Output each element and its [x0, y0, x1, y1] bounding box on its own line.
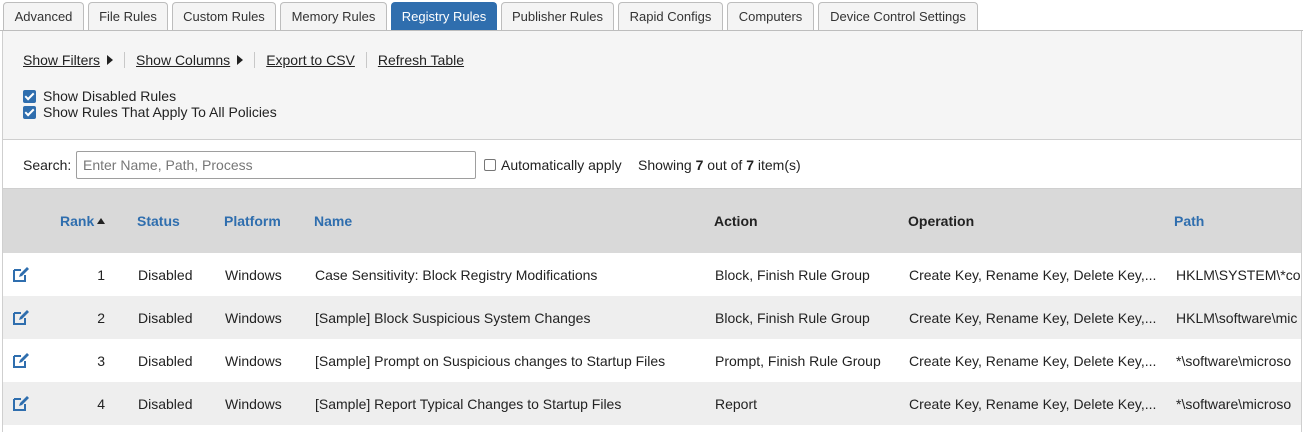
platform-cell: Windows: [225, 310, 282, 326]
platform-cell: Windows: [225, 396, 282, 412]
result-count-suffix: item(s): [757, 157, 801, 173]
divider: [254, 52, 256, 68]
tab-advanced[interactable]: Advanced: [3, 2, 84, 30]
show-all-policies-checkbox[interactable]: [23, 105, 36, 119]
toolbar-links: Show Filters Show Columns Export to CSV …: [23, 51, 464, 69]
status-cell: Disabled: [138, 353, 193, 369]
table-row[interactable]: 1 Disabled Windows Case Sensitivity: Blo…: [3, 253, 1301, 296]
operation-cell: Create Key, Rename Key, Delete Key,...: [909, 353, 1157, 369]
rank-header-label[interactable]: Rank: [60, 213, 94, 229]
table-toolbar: Show Filters Show Columns Export to CSV …: [3, 31, 1301, 140]
action-cell: Prompt, Finish Rule Group: [715, 353, 881, 369]
tab-registry-rules[interactable]: Registry Rules: [391, 2, 497, 30]
status-cell: Disabled: [138, 310, 193, 326]
column-header-status[interactable]: Status: [137, 213, 180, 229]
operation-cell: Create Key, Rename Key, Delete Key,...: [909, 396, 1157, 412]
divider: [365, 52, 367, 68]
name-cell: [Sample] Report Typical Changes to Start…: [315, 396, 622, 412]
divider: [124, 52, 126, 68]
column-header-rank[interactable]: Rank: [60, 213, 106, 229]
caret-right-icon[interactable]: [237, 55, 244, 65]
show-filters-link[interactable]: Show Filters: [23, 52, 100, 68]
column-header-platform[interactable]: Platform: [224, 213, 281, 229]
tab-memory-rules[interactable]: Memory Rules: [280, 2, 387, 30]
name-cell: [Sample] Prompt on Suspicious changes to…: [315, 353, 666, 369]
operation-cell: Create Key, Rename Key, Delete Key,...: [909, 310, 1157, 326]
result-count: Showing 7 out of 7 item(s): [638, 157, 801, 173]
search-label: Search:: [23, 157, 72, 173]
show-columns-link[interactable]: Show Columns: [136, 52, 230, 68]
name-cell: [Sample] Block Suspicious System Changes: [315, 310, 591, 326]
column-header-name[interactable]: Name: [314, 213, 352, 229]
show-disabled-rules-checkbox[interactable]: [23, 89, 36, 103]
registry-rules-panel: Show Filters Show Columns Export to CSV …: [2, 31, 1302, 432]
operation-cell: Create Key, Rename Key, Delete Key,...: [909, 267, 1157, 283]
column-header-path[interactable]: Path: [1174, 213, 1204, 229]
table-header: Rank Status Platform Name Action Operati…: [3, 189, 1301, 253]
action-cell: Block, Finish Rule Group: [715, 310, 870, 326]
status-cell: Disabled: [138, 267, 193, 283]
table-row[interactable]: 4 Disabled Windows [Sample] Report Typic…: [3, 382, 1301, 425]
search-bar: Search: Automatically apply Showing 7 ou…: [3, 140, 1301, 189]
status-cell: Disabled: [138, 396, 193, 412]
column-header-operation: Operation: [908, 213, 975, 229]
rank-cell: 3: [97, 353, 105, 369]
column-header-action: Action: [714, 213, 758, 229]
result-count-mid: out of: [707, 157, 743, 173]
tab-computers[interactable]: Computers: [727, 2, 814, 30]
total-count: 7: [746, 157, 754, 173]
edit-icon[interactable]: [12, 266, 29, 283]
result-count-prefix: Showing: [638, 157, 692, 173]
action-cell: Report: [715, 396, 758, 412]
platform-cell: Windows: [225, 353, 282, 369]
rank-cell: 2: [97, 310, 105, 326]
path-cell: *\software\microso: [1176, 396, 1292, 412]
tab-publisher-rules[interactable]: Publisher Rules: [501, 2, 614, 30]
auto-apply-label[interactable]: Automatically apply: [501, 157, 622, 173]
export-csv-link[interactable]: Export to CSV: [266, 52, 355, 68]
path-cell: *\software\microso: [1176, 353, 1292, 369]
tab-custom-rules[interactable]: Custom Rules: [172, 2, 276, 30]
filter-checkboxes: Show Disabled Rules Show Rules That Appl…: [23, 88, 277, 120]
action-cell: Block, Finish Rule Group: [715, 267, 870, 283]
tab-file-rules[interactable]: File Rules: [88, 2, 168, 30]
tab-bar: Advanced File Rules Custom Rules Memory …: [0, 0, 1303, 31]
shown-count: 7: [695, 157, 704, 173]
tab-device-control-settings[interactable]: Device Control Settings: [818, 2, 978, 30]
edit-icon[interactable]: [12, 352, 29, 369]
auto-apply-option[interactable]: Automatically apply: [484, 157, 622, 173]
rank-cell: 4: [97, 396, 105, 412]
show-disabled-rules-label[interactable]: Show Disabled Rules: [43, 88, 176, 104]
sort-ascending-icon[interactable]: [97, 218, 106, 224]
rank-cell: 1: [97, 267, 105, 283]
path-cell: HKLM\SYSTEM\*co: [1176, 267, 1300, 283]
auto-apply-checkbox[interactable]: [484, 159, 496, 171]
path-cell: HKLM\software\mic: [1176, 310, 1298, 326]
name-cell: Case Sensitivity: Block Registry Modific…: [315, 267, 598, 283]
refresh-table-link[interactable]: Refresh Table: [378, 52, 464, 68]
table-row[interactable]: 2 Disabled Windows [Sample] Block Suspic…: [3, 296, 1301, 339]
show-disabled-rules-option[interactable]: Show Disabled Rules: [23, 88, 277, 104]
show-all-policies-option[interactable]: Show Rules That Apply To All Policies: [23, 104, 277, 120]
search-input[interactable]: [76, 151, 476, 179]
show-all-policies-label[interactable]: Show Rules That Apply To All Policies: [43, 104, 277, 120]
caret-right-icon[interactable]: [107, 55, 114, 65]
edit-icon[interactable]: [12, 395, 29, 412]
platform-cell: Windows: [225, 267, 282, 283]
table-row[interactable]: 3 Disabled Windows [Sample] Prompt on Su…: [3, 339, 1301, 382]
edit-icon[interactable]: [12, 309, 29, 326]
tab-rapid-configs[interactable]: Rapid Configs: [618, 2, 723, 30]
